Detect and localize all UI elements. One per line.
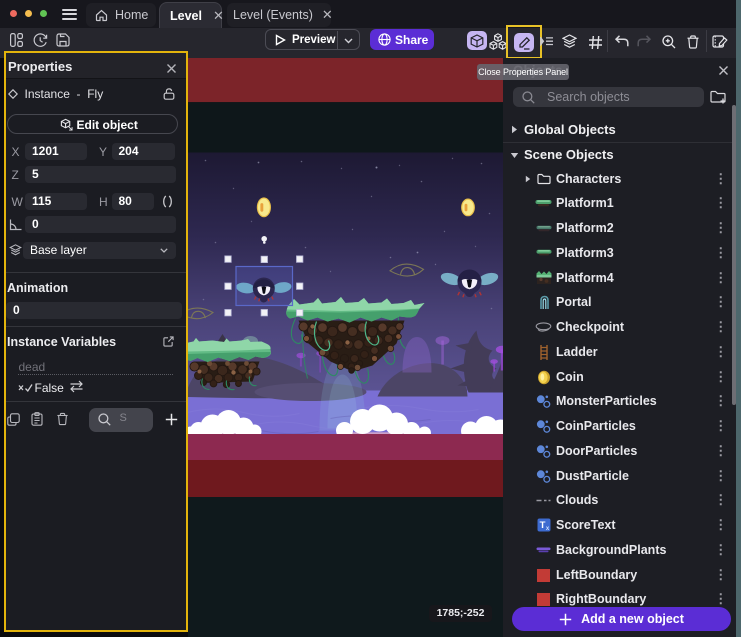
svg-text:T: T — [540, 520, 546, 531]
